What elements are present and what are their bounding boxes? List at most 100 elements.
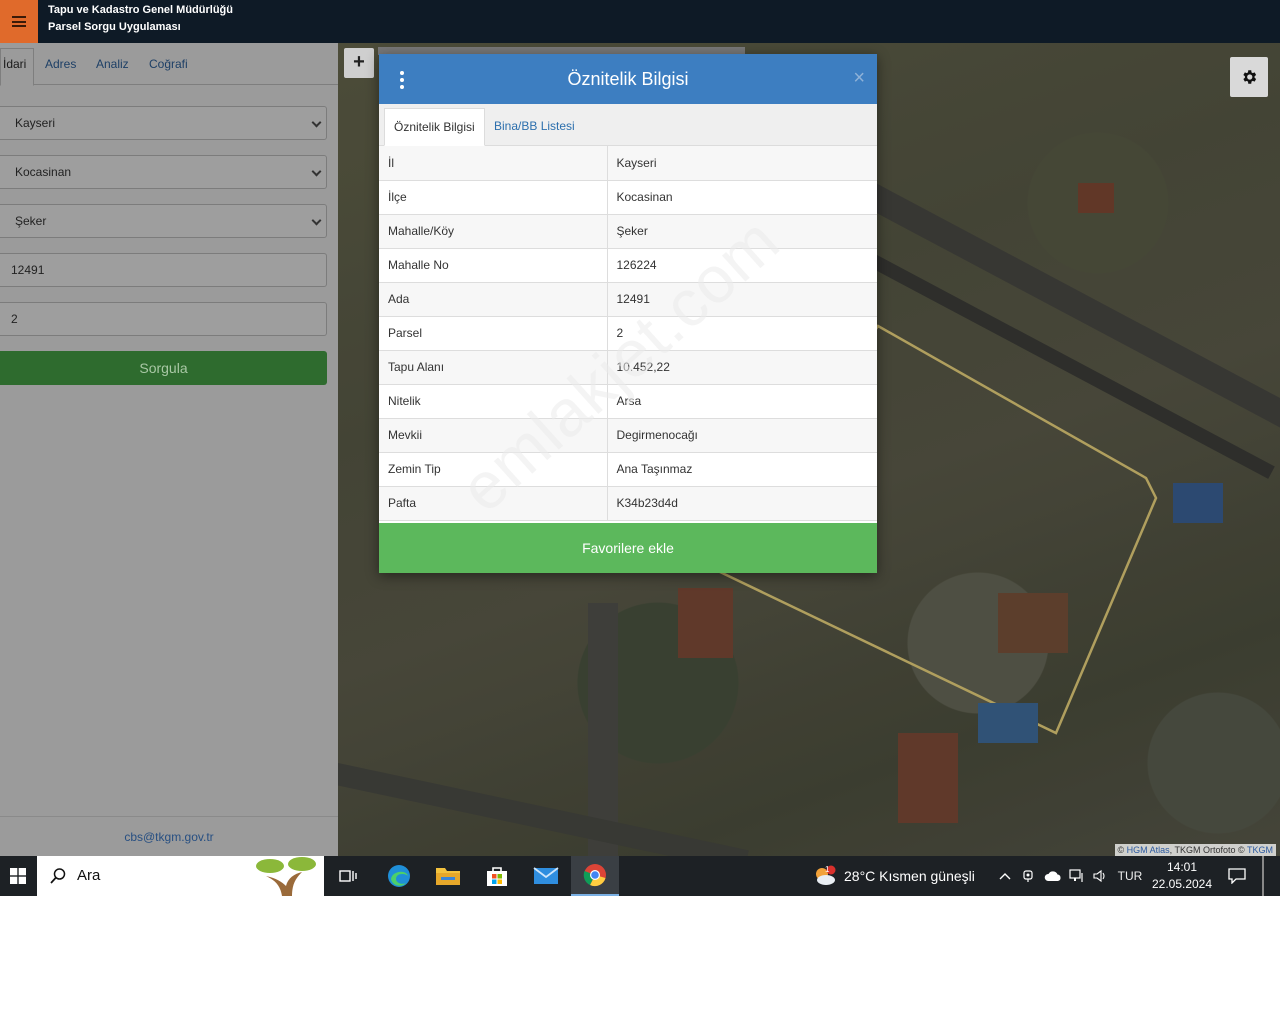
taskbar-file-explorer[interactable] [424,856,472,896]
add-to-favorites-button[interactable]: Favorilere ekle [379,523,877,573]
tray-volume-button[interactable] [1090,856,1110,896]
attribute-value: 126224 [607,248,877,283]
table-row: Parsel 2 [379,316,877,351]
weather-widget-icon-wrap[interactable] [812,856,838,896]
mail-icon [533,867,559,884]
attribute-value: 2 [607,316,877,351]
map-attribution: © HGM Atlas, TKGM Ortofoto © TKGM [1114,844,1276,856]
attribute-key: Parsel [379,316,608,351]
tab-building-list[interactable]: Bina/BB Listesi [485,108,584,146]
chevron-down-icon [311,215,322,226]
attribution-prefix: © [1117,845,1127,855]
contact-email-link[interactable]: cbs@tkgm.gov.tr [124,830,213,844]
il-select[interactable]: Kayseri [0,106,327,140]
search-placeholder: Ara [77,867,101,884]
attribute-key: İlçe [379,180,608,215]
mahalle-select[interactable]: Şeker [0,204,327,238]
show-desktop-divider[interactable] [1262,856,1264,896]
notification-center-button[interactable] [1222,856,1252,896]
tray-network-button[interactable] [1067,856,1087,896]
windows-taskbar: Ara 1 28°C Kısmen güneşli TUR 14:01 22.0… [0,856,1280,896]
attribute-key: Tapu Alanı [379,350,608,385]
attribute-table: İl Kayseri İlçe Kocasinan Mahalle/Köy Şeker Ma… [379,146,877,521]
network-icon [1069,869,1083,882]
attribution-tkgm-link[interactable]: TKGM [1247,845,1273,855]
task-view-button[interactable] [324,856,372,896]
query-sidebar: İdari Adres Analiz Coğrafi Kayseri Kocas… [0,43,338,856]
mahalle-select-value: Şeker [15,214,47,228]
taskbar-clock[interactable]: 14:01 22.05.2024 [1148,859,1216,893]
webcam-icon [1023,870,1033,882]
query-button[interactable]: Sorgula [0,351,327,385]
app-window: Tapu ve Kadastro Genel Müdürlüğü Parsel … [0,0,1280,896]
taskbar-store[interactable] [473,856,521,896]
sidebar-footer: cbs@tkgm.gov.tr [0,816,338,856]
task-view-icon [339,870,357,882]
app-title: Tapu ve Kadastro Genel Müdürlüğü Parsel … [48,2,233,36]
attribute-key: Ada [379,282,608,317]
attribute-value: K34b23d4d [607,486,877,521]
clock-date: 22.05.2024 [1151,877,1213,891]
windows-logo-icon [10,868,26,884]
taskbar-chrome[interactable] [571,856,619,896]
taskbar-edge[interactable] [375,856,423,896]
tab-cografi[interactable]: Coğrafi [143,49,194,85]
hamburger-icon [12,16,26,27]
zoom-in-button[interactable]: + [344,48,374,78]
attribute-key: İl [379,146,608,181]
edge-browser-icon [388,865,410,887]
menu-button[interactable] [0,0,38,43]
table-row: Mahalle No 126224 [379,248,877,283]
search-highlight-icon [256,857,316,896]
tray-meet-button[interactable] [1020,856,1038,896]
attribute-value: Arsa [607,384,877,419]
attribute-value: 12491 [607,282,877,317]
cloud-icon [1044,871,1061,881]
table-row: İl Kayseri [379,146,877,181]
attribute-value: Kayseri [607,146,877,181]
attribute-value: 10.452,22 [607,350,877,385]
speaker-icon [1093,869,1105,883]
weather-text[interactable]: 28°C Kısmen güneşli [844,856,975,896]
attribute-info-dialog: Öznitelik Bilgisi × Öznitelik Bilgisi Bi… [379,54,877,573]
attribute-key: Mevkii [379,418,608,453]
notification-icon [1228,868,1246,884]
attribute-value: Ana Taşınmaz [607,452,877,487]
tray-onedrive-button[interactable] [1042,856,1064,896]
weather-badge: 1 [825,865,830,874]
tab-attribute-info[interactable]: Öznitelik Bilgisi [384,108,485,146]
attribute-key: Mahalle/Köy [379,214,608,249]
dialog-title: Öznitelik Bilgisi [567,69,689,89]
tab-idari[interactable]: İdari [0,48,34,86]
taskbar-mail[interactable] [522,856,570,896]
table-row: Nitelik Arsa [379,384,877,419]
ada-input[interactable]: 12491 [0,253,327,287]
attribution-middle: , TKGM Ortofoto © [1169,845,1247,855]
gear-icon [1243,70,1257,84]
table-row: Mevkii Degirmenocağı [379,418,877,453]
table-row: İlçe Kocasinan [379,180,877,215]
start-button[interactable] [0,856,36,896]
tab-analiz[interactable]: Analiz [90,49,135,85]
show-hidden-icons-button[interactable] [996,856,1014,896]
ilce-select[interactable]: Kocasinan [0,155,327,189]
attribute-value: Kocasinan [607,180,877,215]
attribution-hgm-link[interactable]: HGM Atlas [1127,845,1170,855]
attribute-key: Mahalle No [379,248,608,283]
taskbar-search[interactable]: Ara [37,856,324,896]
attribute-value: Degirmenocağı [607,418,877,453]
dialog-header: Öznitelik Bilgisi × [379,54,877,104]
table-row: Mahalle/Köy Şeker [379,214,877,249]
clock-time: 14:01 [1166,860,1198,874]
language-indicator[interactable]: TUR [1116,856,1144,896]
chrome-browser-icon [583,864,606,887]
search-icon [50,868,66,884]
settings-button[interactable] [1230,57,1268,97]
close-icon[interactable]: × [853,67,865,89]
ilce-select-value: Kocasinan [15,165,72,179]
tab-adres[interactable]: Adres [39,49,82,85]
attribute-key: Zemin Tip [379,452,608,487]
parsel-input[interactable]: 2 [0,302,327,336]
chevron-down-icon [311,166,322,177]
table-row: Tapu Alanı 10.452,22 [379,350,877,385]
